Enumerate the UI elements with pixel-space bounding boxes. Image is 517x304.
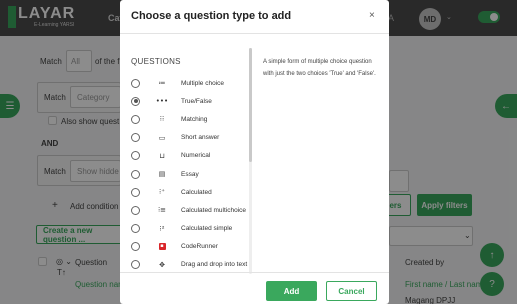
question-type-radio[interactable]	[131, 151, 140, 161]
dialog-footer: Add Cancel	[120, 272, 389, 304]
question-type-description: A simple form of multiple choice questio…	[263, 59, 376, 77]
question-type-label: Numerical	[181, 152, 211, 160]
question-type-option[interactable]: ⁝≡ Calculated multichoice	[131, 201, 249, 219]
add-button[interactable]: Add	[266, 281, 317, 301]
question-type-radio[interactable]	[131, 169, 140, 179]
question-type-dialog: Choose a question type to add × QUESTION…	[120, 0, 389, 304]
drag-drop-icon: ✥	[159, 260, 165, 269]
question-type-label: Multiple choice	[181, 79, 224, 87]
essay-icon: ▤	[158, 170, 166, 179]
short-answer-icon: ▭	[158, 133, 166, 142]
question-type-option[interactable]: ⁝² Calculated simple	[131, 220, 249, 238]
question-type-radio[interactable]	[131, 78, 140, 88]
question-type-radio[interactable]	[131, 133, 140, 143]
close-icon[interactable]: ×	[369, 10, 375, 21]
question-type-option[interactable]: ▪ CodeRunner	[131, 238, 249, 256]
question-type-option[interactable]: ▭ Short answer	[131, 129, 249, 147]
question-type-radio[interactable]	[131, 205, 140, 215]
list-icon: ≔	[158, 79, 166, 88]
question-type-option[interactable]: ≔ Multiple choice	[131, 74, 249, 92]
questions-heading: QUESTIONS	[131, 57, 181, 66]
question-type-radio[interactable]	[131, 260, 140, 270]
true-false-icon: •••	[155, 97, 169, 106]
question-type-label: Short answer	[181, 134, 220, 142]
calculated-icon: ⁝⁺	[159, 188, 165, 197]
question-type-radio[interactable]	[131, 224, 140, 234]
question-type-option[interactable]: ••• True/False	[131, 92, 249, 110]
question-type-option[interactable]: ⊔ Numerical	[131, 147, 249, 165]
question-type-radio[interactable]	[131, 242, 140, 252]
question-type-label: CodeRunner	[181, 243, 218, 251]
question-type-radio[interactable]	[131, 96, 140, 106]
question-type-label: Matching	[181, 115, 208, 123]
calculated-simple-icon: ⁝²	[159, 224, 165, 233]
calculated-multichoice-icon: ⁝≡	[157, 206, 167, 215]
question-type-list: ≔ Multiple choice ••• True/False ⁝⁝ Matching ▭…	[131, 74, 249, 274]
question-type-radio[interactable]	[131, 187, 140, 197]
question-type-label: Drag and drop into text	[181, 261, 248, 269]
question-type-label: Calculated simple	[181, 225, 233, 233]
question-type-option[interactable]: ⁝⁺ Calculated	[131, 183, 249, 201]
question-type-option[interactable]: ▤ Essay	[131, 165, 249, 183]
cancel-button[interactable]: Cancel	[326, 281, 377, 301]
numerical-icon: ⊔	[159, 151, 165, 160]
scrollbar-thumb[interactable]	[249, 48, 252, 162]
dialog-header: Choose a question type to add ×	[120, 0, 389, 34]
coderunner-icon: ▪	[158, 243, 166, 251]
question-type-label: Calculated	[181, 188, 212, 196]
question-type-option[interactable]: ⁝⁝ Matching	[131, 110, 249, 128]
question-type-label: Essay	[181, 170, 199, 178]
question-type-label: Calculated multichoice	[181, 206, 247, 214]
question-type-label: True/False	[181, 97, 212, 105]
dialog-title: Choose a question type to add	[131, 10, 292, 22]
matching-icon: ⁝⁝	[159, 115, 165, 124]
question-type-radio[interactable]	[131, 114, 140, 124]
question-list-scrollbar[interactable]	[249, 48, 252, 274]
